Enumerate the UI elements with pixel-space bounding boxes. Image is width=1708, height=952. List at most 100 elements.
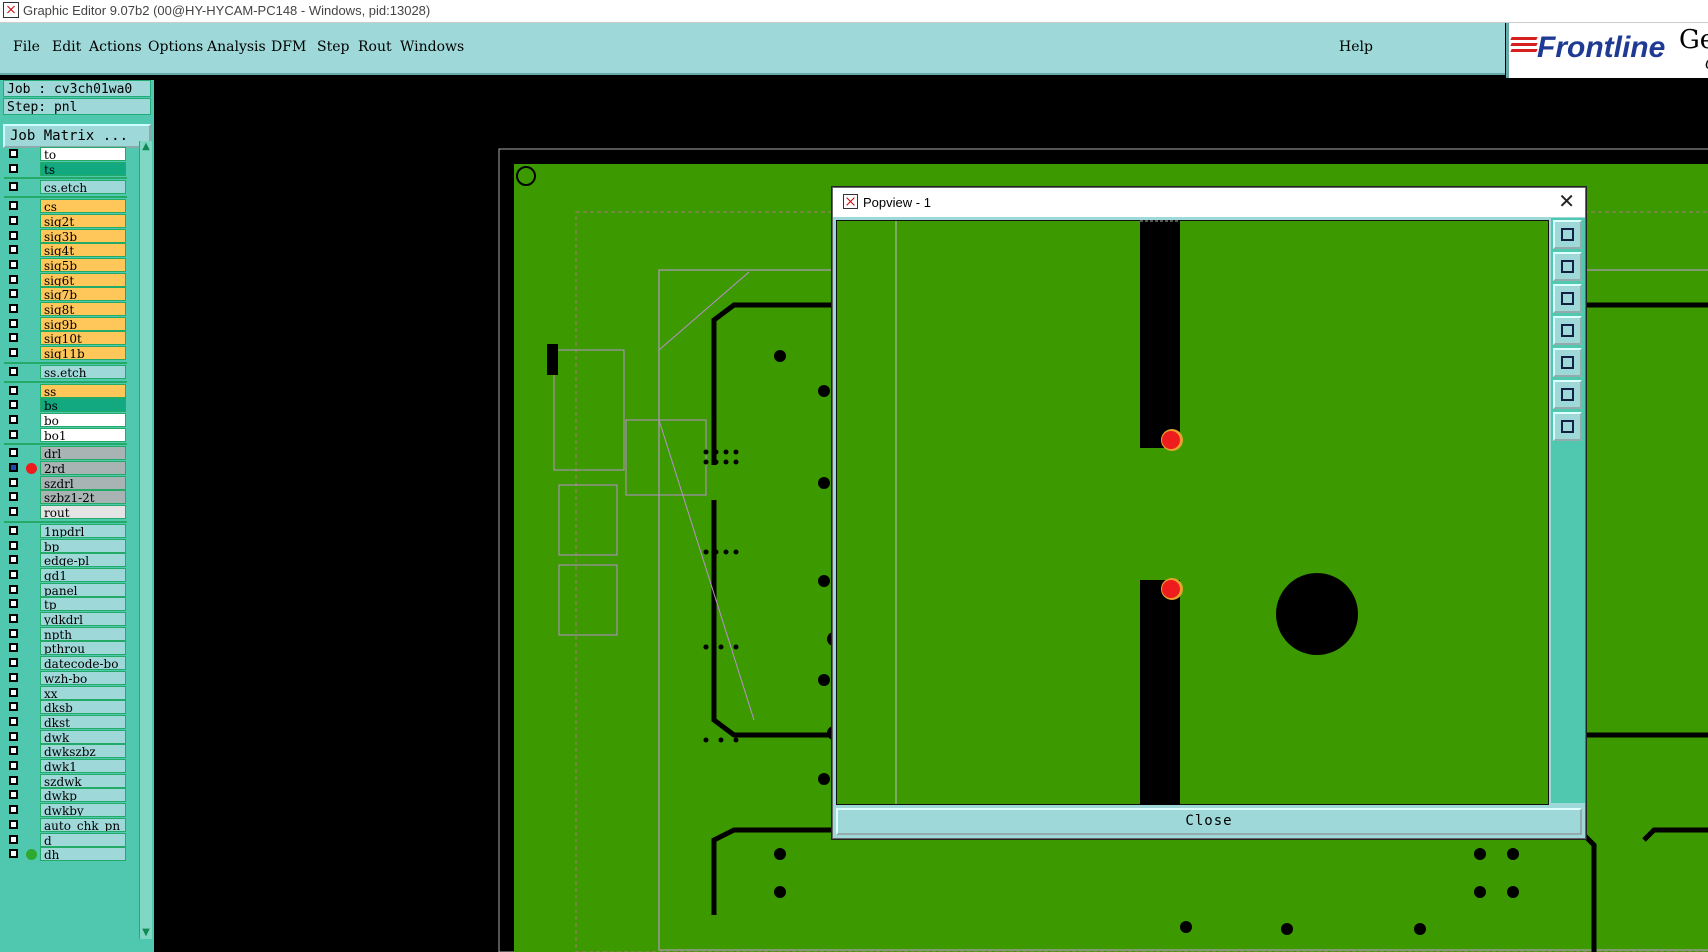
menu-options[interactable]: Options: [148, 39, 203, 55]
layer-checkbox[interactable]: [9, 805, 18, 815]
layer-name[interactable]: pthrou: [40, 641, 126, 656]
layer-name[interactable]: ss.etch: [40, 364, 126, 379]
popview-close-button[interactable]: Close: [836, 808, 1582, 835]
layer-row[interactable]: dwkp: [4, 788, 127, 803]
layer-row[interactable]: szbz1-2t: [4, 490, 127, 505]
layer-name[interactable]: cs: [40, 199, 126, 214]
layer-row[interactable]: ss: [4, 383, 127, 399]
layer-row[interactable]: auto_chk_pn: [4, 817, 127, 833]
layer-name[interactable]: gd1: [40, 567, 126, 582]
layer-name[interactable]: dwk1: [40, 759, 126, 773]
layer-checkbox[interactable]: [9, 149, 18, 158]
layer-name[interactable]: datecode-bo: [40, 656, 126, 671]
layer-row[interactable]: pthrou: [4, 641, 127, 656]
layer-name[interactable]: sig2t: [40, 213, 126, 228]
layer-row[interactable]: panel: [4, 582, 127, 598]
layer-row[interactable]: sig6t: [4, 272, 127, 288]
layer-name[interactable]: bo1: [40, 427, 126, 442]
layer-checkbox[interactable]: [9, 230, 18, 240]
layer-name[interactable]: ydkdrl: [40, 612, 126, 626]
pan-right-icon[interactable]: [1553, 348, 1582, 377]
layer-row[interactable]: sig8t: [4, 302, 127, 317]
menu-file[interactable]: File: [13, 39, 40, 55]
layer-row[interactable]: npth: [4, 626, 127, 642]
layer-name[interactable]: sig6t: [40, 272, 126, 287]
layer-checkbox[interactable]: [9, 628, 18, 638]
layer-row[interactable]: sig3b: [4, 228, 127, 244]
job-matrix-button[interactable]: Job Matrix ...: [3, 124, 151, 148]
layer-checkbox[interactable]: [9, 819, 18, 829]
layer-checkbox[interactable]: [9, 834, 18, 844]
zoom-out-icon[interactable]: [1553, 412, 1582, 441]
layer-checkbox[interactable]: [9, 614, 18, 623]
layer-row[interactable]: ts: [4, 161, 127, 177]
layer-checkbox[interactable]: [9, 366, 18, 376]
layer-checkbox[interactable]: [9, 304, 18, 313]
layer-list-scrollbar[interactable]: ▲ ▼: [139, 141, 152, 939]
layer-row[interactable]: drl: [4, 446, 127, 461]
layer-name[interactable]: dh: [40, 847, 126, 862]
layer-checkbox[interactable]: [9, 385, 18, 395]
scroll-up-arrow-icon[interactable]: ▲: [140, 141, 152, 153]
layer-row[interactable]: edge-pl: [4, 553, 127, 568]
layer-name[interactable]: dkst: [40, 714, 126, 729]
layer-checkbox[interactable]: [9, 658, 18, 668]
menu-step[interactable]: Step: [317, 39, 349, 55]
layer-row[interactable]: bo1: [4, 427, 127, 443]
layer-name[interactable]: ss: [40, 383, 126, 398]
layer-checkbox[interactable]: [9, 163, 18, 173]
layer-row[interactable]: dksb: [4, 700, 127, 715]
layer-row[interactable]: sig5b: [4, 257, 127, 273]
layer-name[interactable]: szdrl: [40, 475, 126, 490]
layer-checkbox[interactable]: [9, 849, 18, 859]
layer-row[interactable]: dwkszbz: [4, 744, 127, 759]
layer-checkbox[interactable]: [9, 525, 18, 535]
layer-checkbox[interactable]: [9, 463, 18, 472]
layer-checkbox[interactable]: [9, 245, 18, 255]
layer-row[interactable]: 1npdrl: [4, 523, 127, 539]
layer-name[interactable]: 1npdrl: [40, 523, 126, 538]
menu-help[interactable]: Help: [1339, 39, 1373, 55]
layer-row[interactable]: dkst: [4, 714, 127, 730]
layer-name[interactable]: dksb: [40, 700, 126, 715]
layer-checkbox[interactable]: [9, 716, 18, 726]
layer-checkbox[interactable]: [9, 182, 18, 192]
layer-checkbox[interactable]: [9, 687, 18, 697]
layer-name[interactable]: sig5b: [40, 257, 126, 272]
layer-checkbox[interactable]: [9, 414, 18, 424]
layer-checkbox[interactable]: [9, 259, 18, 269]
layer-row[interactable]: dwkby: [4, 803, 127, 818]
layer-checkbox[interactable]: [9, 448, 18, 458]
layer-checkbox[interactable]: [9, 702, 18, 712]
layer-name[interactable]: ts: [40, 161, 126, 176]
layer-checkbox[interactable]: [9, 333, 18, 343]
layer-checkbox[interactable]: [9, 201, 18, 211]
menu-actions[interactable]: Actions: [89, 39, 142, 55]
layer-name[interactable]: sig10t: [40, 331, 126, 346]
layer-row[interactable]: sig9b: [4, 316, 127, 332]
layer-name[interactable]: 2rd: [40, 461, 126, 475]
layer-checkbox[interactable]: [9, 507, 18, 517]
layer-name[interactable]: szdwk: [40, 773, 126, 788]
layer-row[interactable]: bo: [4, 412, 127, 428]
layer-checkbox[interactable]: [9, 761, 18, 770]
layer-name[interactable]: sig7b: [40, 287, 126, 302]
layer-row[interactable]: 2rd: [4, 461, 127, 476]
layer-name[interactable]: d: [40, 832, 126, 847]
layer-checkbox[interactable]: [9, 540, 18, 550]
close-icon[interactable]: ✕: [1558, 188, 1575, 217]
zoom-fit-icon[interactable]: [1553, 220, 1582, 249]
layer-checkbox[interactable]: [9, 348, 18, 358]
layer-name[interactable]: drl: [40, 446, 126, 461]
layer-checkbox[interactable]: [9, 569, 18, 579]
layer-checkbox[interactable]: [9, 643, 18, 653]
layer-checkbox[interactable]: [9, 555, 18, 565]
layer-row[interactable]: sig7b: [4, 287, 127, 302]
layer-checkbox[interactable]: [9, 492, 18, 502]
scroll-down-arrow-icon[interactable]: ▼: [140, 927, 152, 939]
layer-row[interactable]: szdwk: [4, 773, 127, 789]
layer-row[interactable]: cs.etch: [4, 180, 127, 195]
layer-name[interactable]: npth: [40, 626, 126, 641]
layer-row[interactable]: dh: [4, 847, 127, 862]
layer-name[interactable]: edge-pl: [40, 553, 126, 568]
